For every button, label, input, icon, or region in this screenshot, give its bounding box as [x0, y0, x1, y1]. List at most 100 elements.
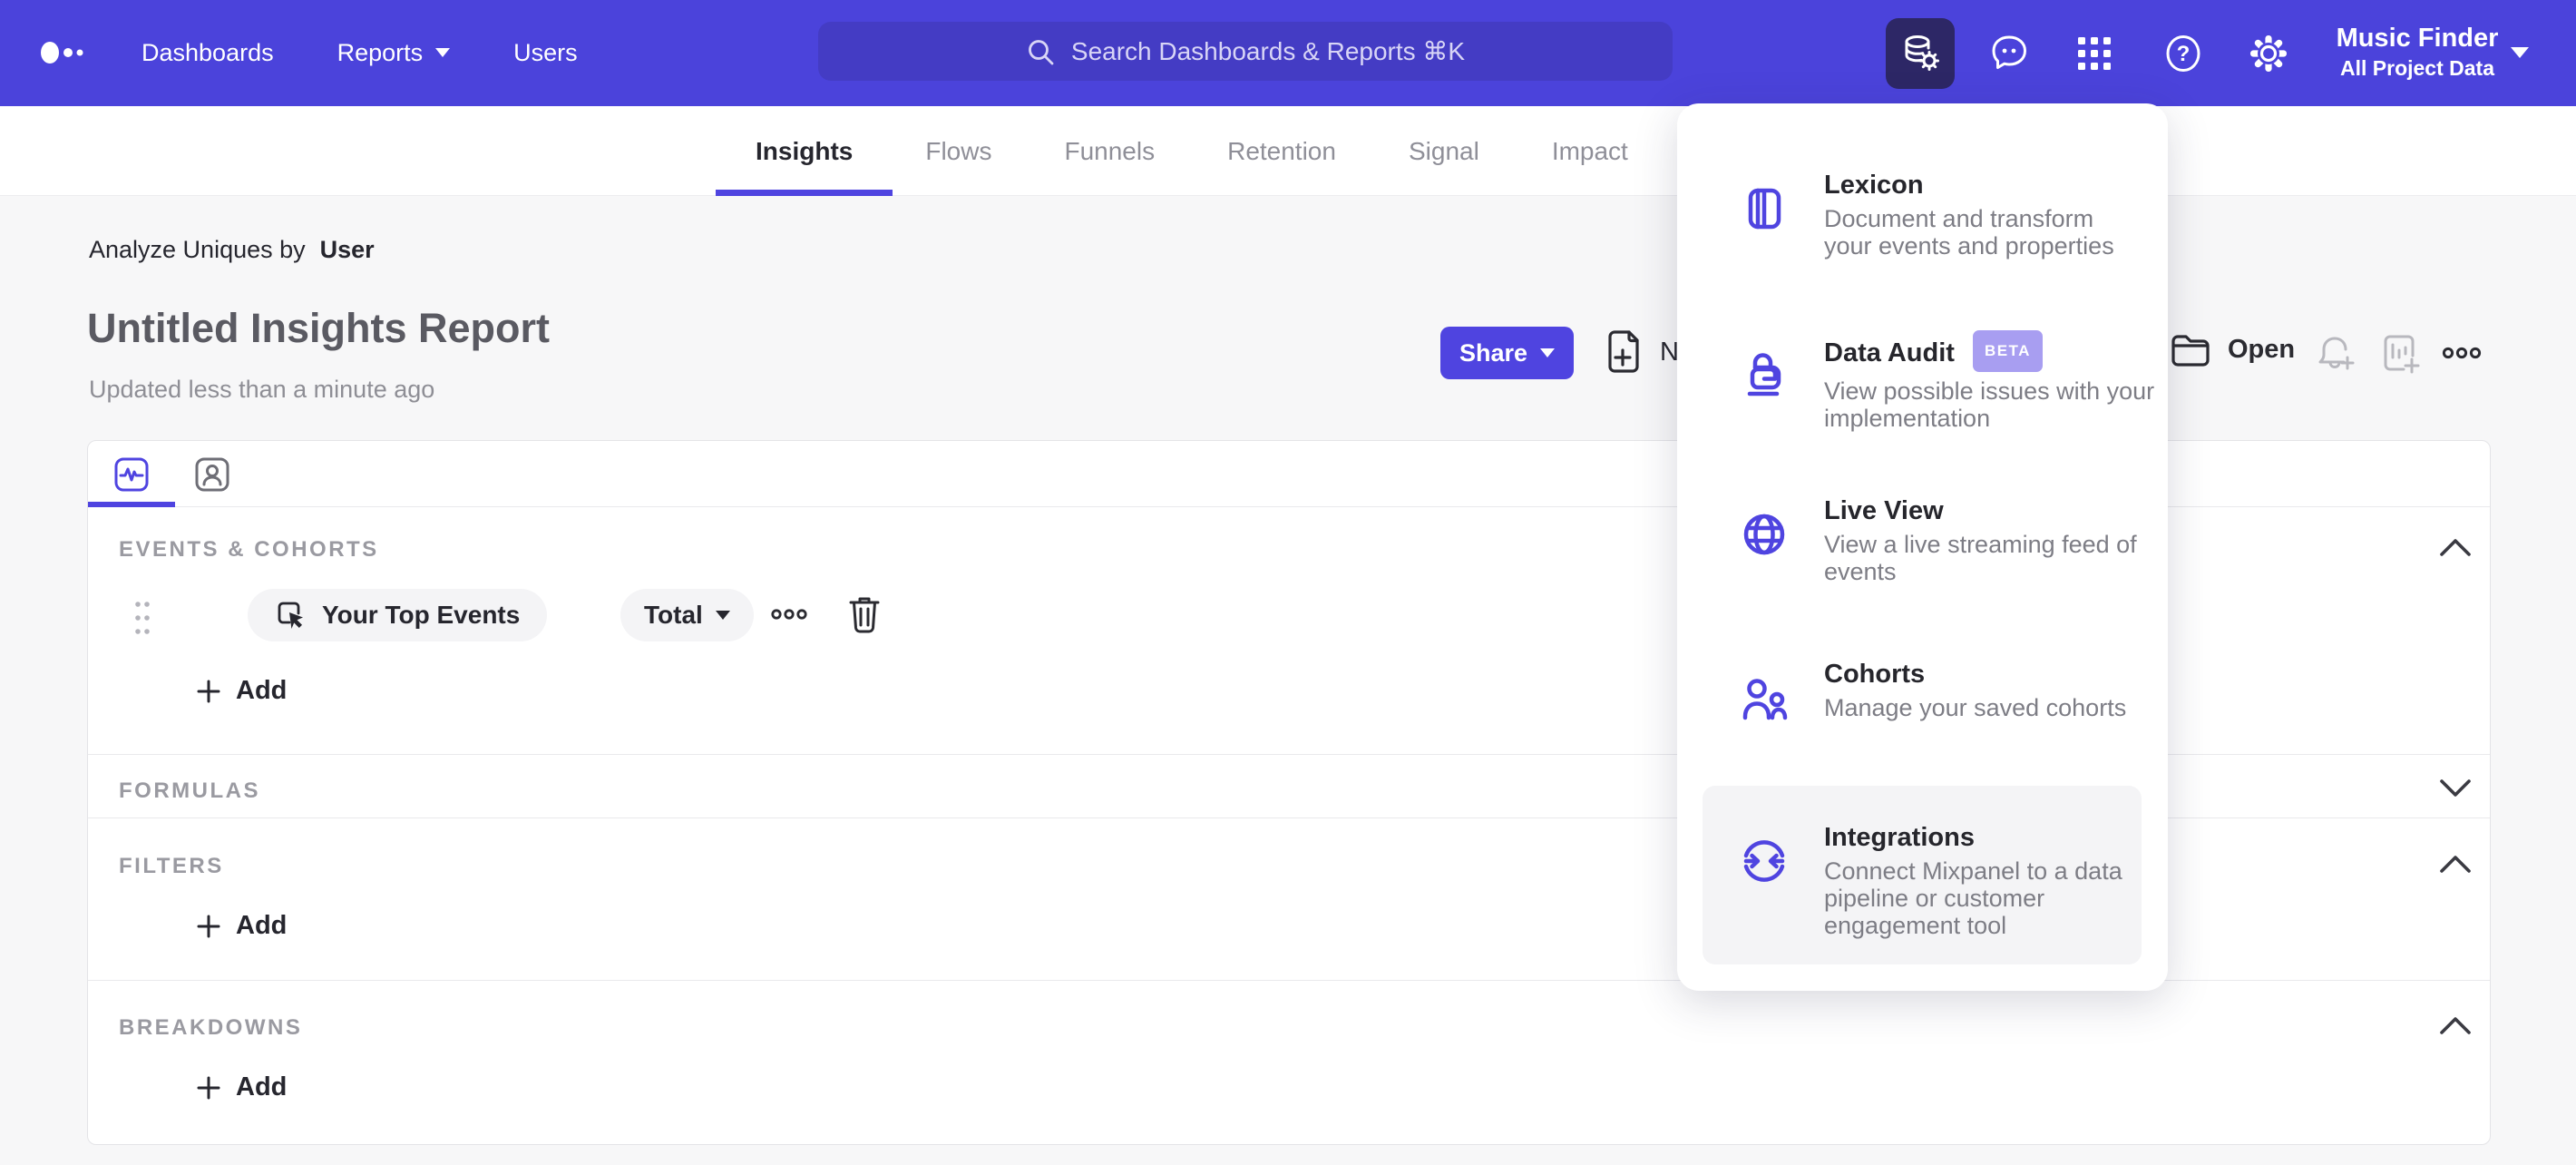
- metrics-view-tab-icon[interactable]: [113, 456, 150, 493]
- nav-item-dashboards[interactable]: Dashboards: [141, 39, 274, 67]
- delete-event-icon[interactable]: [846, 593, 883, 635]
- tab-funnels[interactable]: Funnels: [1064, 106, 1155, 196]
- mixpanel-logo-icon[interactable]: [40, 38, 87, 67]
- menu-item-live-view[interactable]: Live View View a live streaming feed of …: [1739, 494, 2156, 585]
- report-title[interactable]: Untitled Insights Report: [87, 305, 550, 352]
- section-label-filters: FILTERS: [119, 854, 224, 878]
- metric-select-button[interactable]: Total: [620, 589, 754, 641]
- alert-bell-plus-icon[interactable]: [2315, 332, 2358, 376]
- analyze-prefix: Analyze Uniques by: [89, 236, 306, 263]
- data-management-button[interactable]: [1886, 18, 1955, 89]
- caret-down-icon: [435, 48, 451, 57]
- grid-icon: [2078, 37, 2111, 70]
- document-plus-icon: [1608, 330, 1639, 373]
- menu-item-desc: Document and transform your events and p…: [1824, 205, 2114, 259]
- collapse-filters-icon[interactable]: [2439, 854, 2472, 874]
- menu-item-cohorts[interactable]: Cohorts Manage your saved cohorts: [1739, 658, 2156, 723]
- lexicon-book-icon: [1748, 188, 1781, 230]
- open-label: Open: [2228, 334, 2296, 364]
- integrations-sync-icon: [1743, 840, 1785, 882]
- add-breakdown-button[interactable]: Add: [196, 1072, 287, 1102]
- menu-item-data-audit[interactable]: Data Audit BETA View possible issues wit…: [1739, 330, 2156, 432]
- add-label: Add: [236, 1072, 288, 1101]
- active-view-underline: [88, 502, 175, 507]
- tab-insights[interactable]: Insights: [715, 106, 893, 196]
- menu-item-title: Data Audit: [1824, 338, 1955, 367]
- menu-item-integrations[interactable]: Integrations Connect Mixpanel to a data …: [1739, 821, 2156, 939]
- analyze-entity[interactable]: User: [320, 236, 375, 263]
- project-selector[interactable]: Music Finder All Project Data: [2331, 22, 2503, 82]
- folder-icon: [2171, 335, 2210, 367]
- report-tabbar: Insights Flows Funnels Retention Signal …: [0, 106, 2576, 196]
- menu-item-lexicon[interactable]: Lexicon Document and transform your even…: [1739, 169, 2156, 259]
- menu-item-desc: View possible issues with your implement…: [1824, 377, 2155, 432]
- data-management-menu: Lexicon Document and transform your even…: [1677, 103, 2168, 991]
- nav-item-users[interactable]: Users: [513, 39, 578, 67]
- tab-impact[interactable]: Impact: [1552, 106, 1628, 196]
- tab-flows[interactable]: Flows: [925, 106, 991, 196]
- search-input[interactable]: Search Dashboards & Reports ⌘K: [818, 22, 1673, 81]
- open-report-button[interactable]: Open: [2170, 330, 2295, 368]
- add-to-board-icon[interactable]: [2380, 332, 2424, 376]
- chat-bubble-icon: [1992, 35, 2026, 69]
- analyze-line: Analyze Uniques by User: [89, 236, 375, 264]
- settings-button[interactable]: [2243, 28, 2294, 79]
- plus-icon: [197, 1076, 220, 1099]
- collapse-breakdowns-icon[interactable]: [2439, 1015, 2472, 1035]
- data-audit-lock-icon: [1747, 353, 1781, 396]
- share-label: Share: [1459, 338, 1528, 367]
- menu-item-desc: Manage your saved cohorts: [1824, 694, 2127, 721]
- search-placeholder: Search Dashboards & Reports ⌘K: [1070, 37, 1466, 65]
- menu-item-title: Cohorts: [1824, 660, 1926, 689]
- collapse-events-icon[interactable]: [2439, 537, 2472, 557]
- nav-menu: Dashboards Reports Users: [141, 0, 578, 106]
- expand-formulas-icon[interactable]: [2439, 778, 2472, 798]
- project-scope: All Project Data: [2340, 56, 2494, 80]
- plus-icon: [197, 915, 220, 937]
- feedback-button[interactable]: [1984, 28, 2034, 79]
- add-event-button[interactable]: Add: [196, 676, 287, 706]
- menu-item-desc: View a live streaming feed of events: [1824, 531, 2137, 585]
- tab-retention[interactable]: Retention: [1227, 106, 1336, 196]
- nav-item-reports[interactable]: Reports: [337, 39, 451, 67]
- menu-item-title: Lexicon: [1824, 171, 1924, 200]
- menu-item-title: Integrations: [1824, 823, 1975, 852]
- gear-icon: [2250, 35, 2287, 72]
- svg-text:?: ?: [2177, 42, 2191, 66]
- more-options-icon[interactable]: [2442, 343, 2482, 363]
- metric-name: Total: [644, 601, 703, 629]
- help-button[interactable]: ?: [2158, 28, 2209, 79]
- event-options-icon[interactable]: [771, 605, 807, 623]
- cohorts-people-icon: [1742, 679, 1788, 720]
- top-nav: Dashboards Reports Users Search Dashboar…: [0, 0, 2576, 106]
- help-icon: ?: [2166, 35, 2200, 72]
- share-button[interactable]: Share: [1440, 327, 1574, 379]
- project-caret-icon[interactable]: [2511, 47, 2529, 59]
- menu-item-title: Live View: [1824, 496, 1944, 525]
- report-tabs: Insights Flows Funnels Retention Signal …: [715, 106, 1628, 196]
- menu-item-desc: Connect Mixpanel to a data pipeline or c…: [1824, 857, 2122, 939]
- caret-down-icon: [1540, 348, 1556, 357]
- section-label-formulas: FORMULAS: [119, 778, 260, 803]
- apps-grid-button[interactable]: [2069, 28, 2120, 79]
- beta-badge: BETA: [1972, 330, 2043, 372]
- top-events-icon: [278, 602, 303, 629]
- add-filter-button[interactable]: Add: [196, 911, 287, 941]
- section-label-breakdowns: BREAKDOWNS: [119, 1015, 303, 1040]
- search-icon: [1028, 39, 1054, 64]
- profiles-view-tab-icon[interactable]: [194, 456, 230, 493]
- project-name: Music Finder: [2336, 24, 2499, 53]
- section-label-events: EVENTS & COHORTS: [119, 537, 379, 562]
- mixpanel-app: Dashboards Reports Users Search Dashboar…: [0, 0, 2576, 1165]
- event-name: Your Top Events: [322, 601, 521, 629]
- plus-icon: [197, 680, 220, 702]
- event-select-button[interactable]: Your Top Events: [248, 589, 548, 641]
- caret-down-icon: [715, 610, 730, 620]
- tab-signal[interactable]: Signal: [1409, 106, 1479, 196]
- live-view-globe-icon: [1743, 514, 1785, 555]
- updated-timestamp: Updated less than a minute ago: [89, 376, 435, 403]
- database-gear-icon: [1905, 35, 1939, 71]
- drag-handle-icon[interactable]: [133, 597, 151, 639]
- add-label: Add: [236, 676, 288, 705]
- add-label: Add: [236, 911, 288, 940]
